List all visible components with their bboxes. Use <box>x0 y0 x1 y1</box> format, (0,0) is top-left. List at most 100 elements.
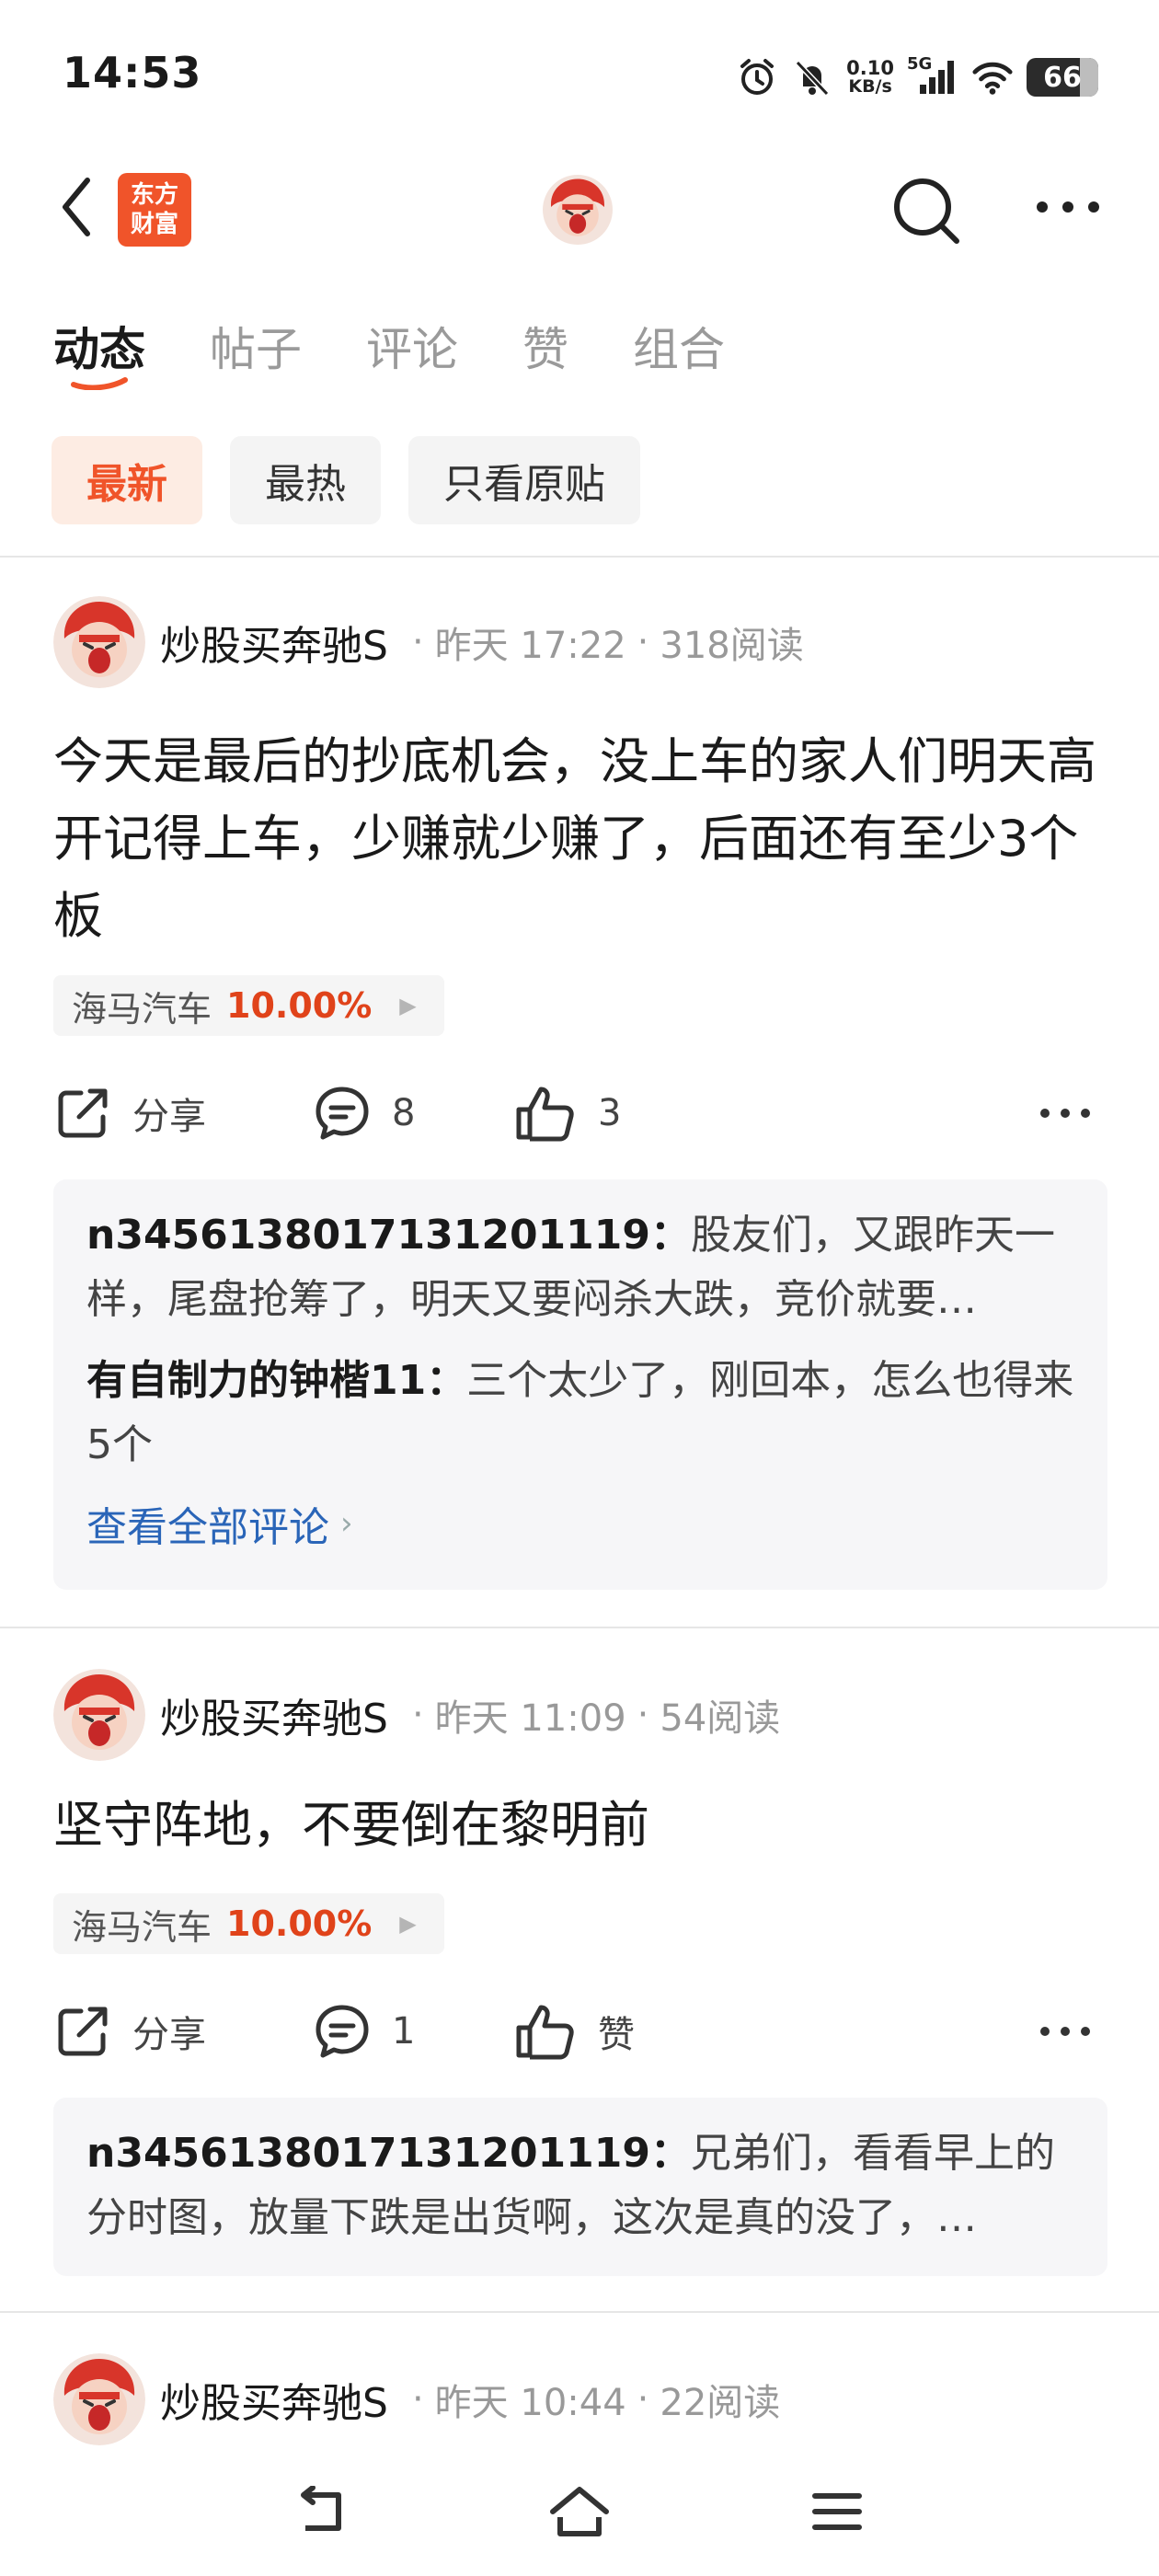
share-icon <box>58 1088 108 1138</box>
filter-hot[interactable]: 最热 <box>230 436 381 524</box>
divider <box>0 2311 1159 2313</box>
status-bar: 14:53 0.10 KB/s 5G 66 <box>0 0 1159 147</box>
post-header: 炒股买奔驰S · 昨天 11:09 · 54阅读 <box>53 1669 780 1761</box>
stock-name: 海马汽车 <box>72 988 212 1029</box>
wifi-icon <box>971 56 1014 98</box>
comment-item[interactable]: n3456138017131201119：股友们，又跟昨天一样，尾盘抢筹了，明天… <box>86 1203 1074 1332</box>
author-name[interactable]: 炒股买奔驰S <box>160 613 388 672</box>
share-label: 分享 <box>132 2014 206 2056</box>
like-count: 赞 <box>598 2014 635 2056</box>
signal-icon: 5G <box>907 54 958 98</box>
home-nav-button[interactable] <box>543 2475 616 2548</box>
author-name[interactable]: 炒股买奔驰S <box>160 2370 388 2429</box>
more-dots-icon <box>1040 2027 1090 2036</box>
read-count: 22阅读 <box>660 2382 781 2424</box>
tab-posts[interactable]: 帖子 <box>210 313 302 396</box>
share-button[interactable]: 分享 <box>53 1076 206 1150</box>
tab-label: 组合 <box>633 323 725 376</box>
more-button[interactable] <box>1027 175 1109 239</box>
network-type: 5G <box>907 54 933 74</box>
like-button[interactable]: 赞 <box>513 1995 635 2068</box>
comment-count: 1 <box>392 2010 416 2053</box>
avatar[interactable] <box>53 596 145 688</box>
filter-latest[interactable]: 最新 <box>52 436 202 524</box>
search-button[interactable] <box>885 169 968 252</box>
back-icon <box>63 178 90 236</box>
logo-line1: 东方 <box>130 181 178 209</box>
back-button[interactable] <box>44 175 109 239</box>
comment-item[interactable]: n3456138017131201119：兄弟们，看看早上的分时图，放量下跌是出… <box>86 2122 1074 2250</box>
alarm-icon <box>736 56 778 98</box>
view-all-comments-link[interactable]: 查看全部评论 › <box>86 1494 1074 1553</box>
avatar[interactable] <box>53 1669 145 1761</box>
back-nav-icon <box>301 2486 341 2531</box>
view-all-label: 查看全部评论 <box>86 1504 329 1551</box>
tab-label: 赞 <box>522 323 568 376</box>
post-more-button[interactable] <box>1039 1995 1111 2068</box>
net-speed: 0.10 KB/s <box>846 59 894 96</box>
comment-button[interactable]: 8 <box>313 1076 415 1150</box>
chevron-right-icon: › <box>340 1505 353 1542</box>
logo-line2: 财富 <box>130 211 178 238</box>
net-speed-unit: KB/s <box>848 76 892 97</box>
share-button[interactable]: 分享 <box>53 1995 206 2068</box>
tab-bar: 动态 帖子 评论 赞 组合 <box>53 313 725 396</box>
post-time: 昨天 17:22 <box>434 625 626 667</box>
search-icon <box>894 178 959 244</box>
post-more-button[interactable] <box>1039 1076 1111 1150</box>
tab-dynamics[interactable]: 动态 <box>53 313 145 396</box>
stock-tag[interactable]: 海马汽车 10.00% ▶ <box>53 1893 444 1954</box>
post-card[interactable]: 炒股买奔驰S · 昨天 17:22 · 318阅读 今天是最后的抄底机会，没上车的家… <box>0 596 1159 1590</box>
comment-user[interactable]: 有自制力的钟楷11： <box>86 1357 466 1404</box>
tab-likes[interactable]: 赞 <box>522 313 568 396</box>
tab-label: 帖子 <box>210 323 302 376</box>
status-time: 14:53 <box>63 48 202 98</box>
tab-active-indicator <box>71 377 128 390</box>
battery-level: 66 <box>1043 61 1082 94</box>
post-header: 炒股买奔驰S · 昨天 17:22 · 318阅读 <box>53 596 804 688</box>
triangle-right-icon: ▶ <box>399 1911 417 1937</box>
menu-nav-button[interactable] <box>800 2475 874 2548</box>
post-meta: · 昨天 10:44 · 22阅读 <box>401 2373 780 2426</box>
comment-icon <box>316 1087 369 1140</box>
thumbs-up-icon <box>516 1087 574 1142</box>
like-button[interactable]: 3 <box>513 1076 621 1150</box>
stock-name: 海马汽车 <box>72 1906 212 1948</box>
post-actions: 分享 1 赞 <box>53 1995 1111 2068</box>
post-content[interactable]: 坚守阵地，不要倒在黎明前 <box>53 1787 1111 1864</box>
net-speed-value: 0.10 <box>846 57 894 79</box>
back-nav-button[interactable] <box>285 2475 359 2548</box>
battery-icon: 66 <box>1027 58 1098 97</box>
stock-tag[interactable]: 海马汽车 10.00% ▶ <box>53 975 444 1036</box>
triangle-right-icon: ▶ <box>399 993 417 1018</box>
comment-preview[interactable]: n3456138017131201119：兄弟们，看看早上的分时图，放量下跌是出… <box>53 2098 1107 2276</box>
comment-item[interactable]: 有自制力的钟楷11：三个太少了，刚回本，怎么也得来5个 <box>86 1349 1074 1478</box>
author-name[interactable]: 炒股买奔驰S <box>160 1685 388 1744</box>
stock-change: 10.00% <box>226 1903 373 1944</box>
read-count: 54阅读 <box>660 1697 781 1740</box>
filter-original-only[interactable]: 只看原贴 <box>408 436 640 524</box>
comment-user[interactable]: n3456138017131201119： <box>86 1212 691 1259</box>
read-count: 318阅读 <box>660 625 804 667</box>
comment-user[interactable]: n3456138017131201119： <box>86 2130 691 2177</box>
share-label: 分享 <box>132 1096 206 1138</box>
post-time: 昨天 11:09 <box>434 1697 626 1740</box>
post-header: 炒股买奔驰S · 昨天 10:44 · 22阅读 <box>53 2353 780 2445</box>
comment-count: 8 <box>392 1092 416 1134</box>
post-card[interactable]: 炒股买奔驰S · 昨天 10:44 · 22阅读 <box>0 2353 1159 2445</box>
tab-comments[interactable]: 评论 <box>366 313 458 396</box>
tab-label: 动态 <box>53 323 145 376</box>
more-icon <box>1037 201 1099 213</box>
system-nav-bar <box>0 2447 1159 2576</box>
tab-portfolio[interactable]: 组合 <box>633 313 725 396</box>
comment-button[interactable]: 1 <box>313 1995 415 2068</box>
avatar[interactable] <box>53 2353 145 2445</box>
post-content[interactable]: 今天是最后的抄底机会，没上车的家人们明天高开记得上车，少赚就少赚了，后面还有至少… <box>53 723 1111 955</box>
status-icons: 0.10 KB/s 5G 66 <box>736 52 1098 103</box>
filter-bar: 最新 最热 只看原贴 <box>52 436 640 524</box>
comment-preview[interactable]: n3456138017131201119：股友们，又跟昨天一样，尾盘抢筹了，明天… <box>53 1179 1107 1590</box>
divider <box>0 1627 1159 1628</box>
header-avatar[interactable] <box>543 175 613 245</box>
comment-icon <box>316 2005 369 2058</box>
post-card[interactable]: 炒股买奔驰S · 昨天 11:09 · 54阅读 坚守阵地，不要倒在黎明前 海马汽车… <box>0 1669 1159 2276</box>
